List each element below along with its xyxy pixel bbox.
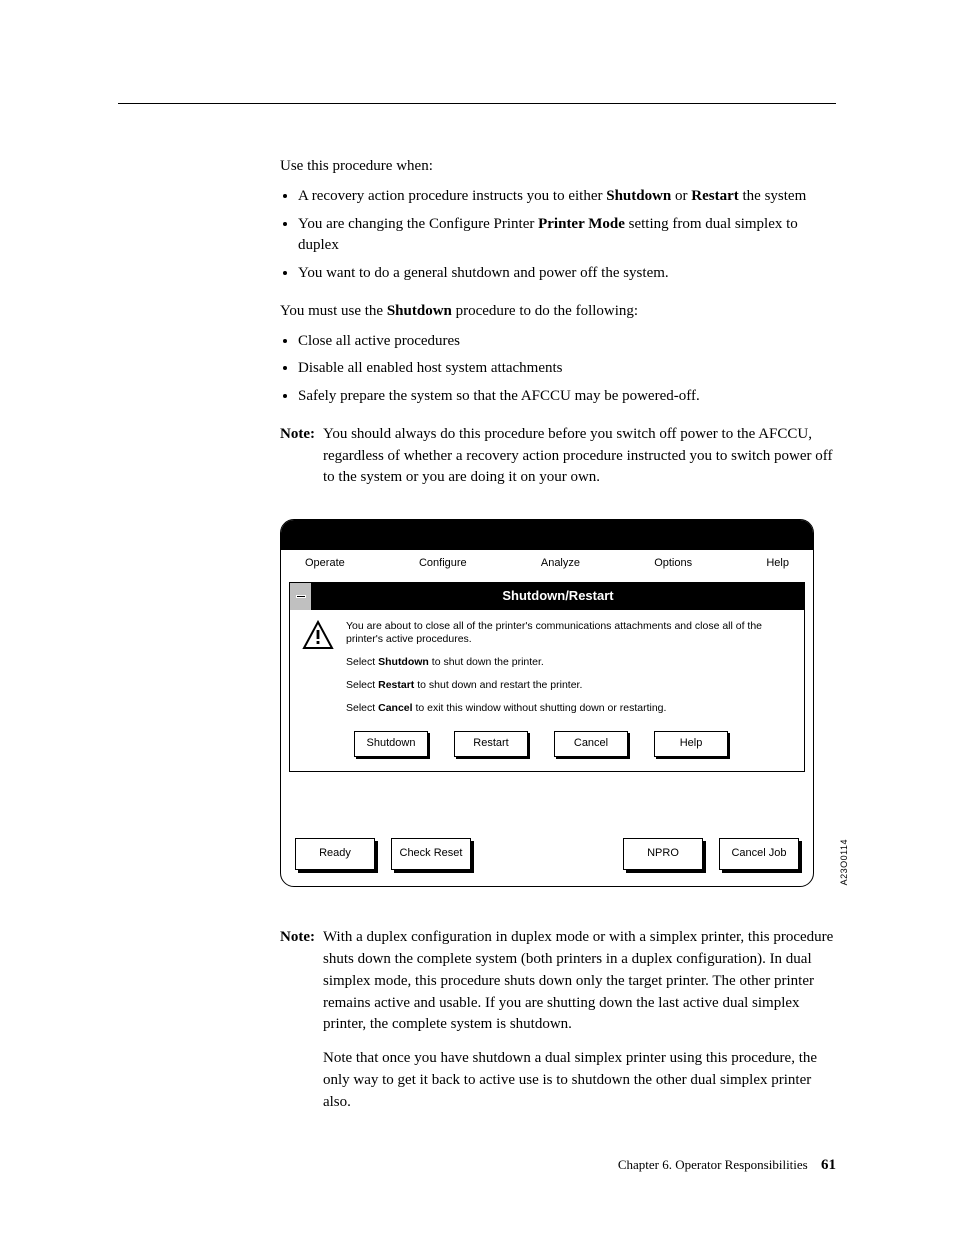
chapter-label: Chapter 6. Operator Responsibilities [618, 1157, 808, 1172]
cancel-button[interactable]: Cancel [554, 731, 628, 757]
menu-analyze[interactable]: Analyze [537, 556, 584, 572]
note-body: You should always do this procedure befo… [323, 424, 836, 489]
list-item: Disable all enabled host system attachme… [298, 358, 836, 380]
list-item: You want to do a general shutdown and po… [298, 263, 836, 285]
shutdown-button[interactable]: Shutdown [354, 731, 428, 757]
menu-options[interactable]: Options [650, 556, 696, 572]
menu-bar: Operate Configure Analyze Options Help [281, 550, 813, 578]
check-reset-button[interactable]: Check Reset [391, 838, 471, 870]
note-block-2: Note: With a duplex configuration in dup… [280, 927, 836, 1125]
bottom-button-row: Ready Check Reset NPRO Cancel Job [281, 778, 813, 886]
intro-text: Use this procedure when: [280, 156, 836, 178]
note-block-1: Note: You should always do this procedur… [280, 424, 836, 489]
page-footer: Chapter 6. Operator Responsibilities 61 [618, 1155, 836, 1177]
menu-configure[interactable]: Configure [415, 556, 471, 572]
dialog-titlebar: Shutdown/Restart [290, 583, 804, 610]
list-item: Close all active procedures [298, 331, 836, 353]
warning-icon [302, 620, 334, 650]
note-body: With a duplex configuration in duplex mo… [323, 927, 836, 1125]
dialog-button-row: Shutdown Restart Cancel Help [302, 731, 792, 757]
system-menu-icon[interactable] [290, 583, 312, 610]
dialog-messages: You are about to close all of the printe… [346, 620, 792, 726]
screen-window: Operate Configure Analyze Options Help S… [280, 519, 814, 887]
header-rule [118, 103, 836, 104]
dialog-msg: Select Cancel to exit this window withou… [346, 702, 792, 715]
npro-button[interactable]: NPRO [623, 838, 703, 870]
shutdown-does-list: Close all active procedures Disable all … [280, 331, 836, 408]
menu-operate[interactable]: Operate [301, 556, 349, 572]
restart-button[interactable]: Restart [454, 731, 528, 757]
list-item: You are changing the Configure Printer P… [298, 214, 836, 258]
list-item: A recovery action procedure instructs yo… [298, 186, 836, 208]
dialog-figure: Operate Configure Analyze Options Help S… [280, 519, 833, 887]
dialog-msg: Select Shutdown to shut down the printer… [346, 656, 792, 669]
note-label: Note: [280, 927, 323, 1125]
menu-help[interactable]: Help [762, 556, 793, 572]
help-button[interactable]: Help [654, 731, 728, 757]
list-item: Safely prepare the system so that the AF… [298, 386, 836, 408]
shutdown-restart-dialog: Shutdown/Restart You are about to close … [289, 582, 805, 772]
dialog-msg: Select Restart to shut down and restart … [346, 679, 792, 692]
must-use-text: You must use the Shutdown procedure to d… [280, 301, 836, 323]
window-titlebar [281, 520, 813, 550]
cancel-job-button[interactable]: Cancel Job [719, 838, 799, 870]
dialog-title: Shutdown/Restart [312, 583, 804, 610]
page-content: Use this procedure when: A recovery acti… [280, 156, 836, 1145]
use-when-list: A recovery action procedure instructs yo… [280, 186, 836, 285]
dialog-body: You are about to close all of the printe… [290, 610, 804, 772]
page-number: 61 [821, 1157, 836, 1173]
figure-code: A23O0114 [838, 839, 851, 885]
note-label: Note: [280, 424, 323, 489]
ready-button[interactable]: Ready [295, 838, 375, 870]
dialog-msg: You are about to close all of the printe… [346, 620, 792, 646]
